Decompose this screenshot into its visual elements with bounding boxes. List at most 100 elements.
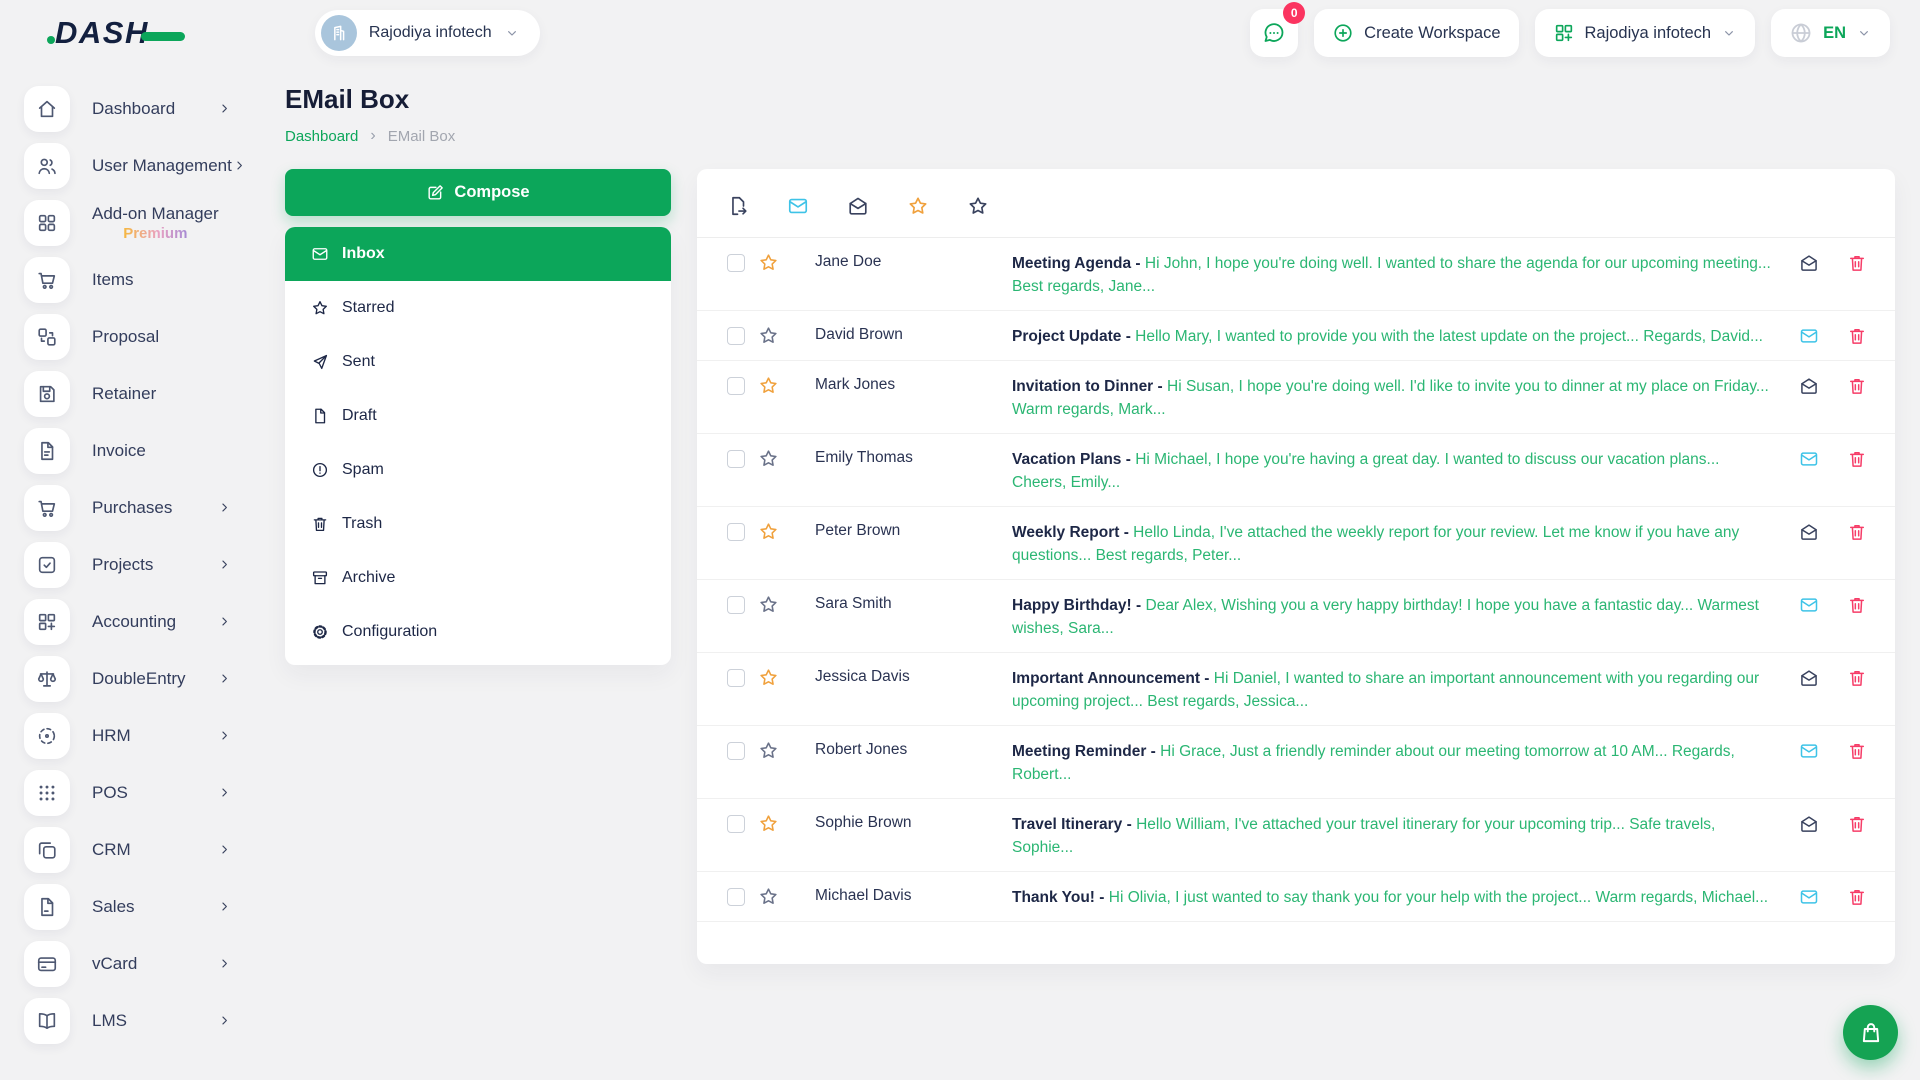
email-row[interactable]: Michael Davis Thank You! - Hi Olivia, I … <box>697 872 1895 922</box>
email-subject: Meeting Agenda - <box>1012 255 1141 272</box>
mail-closed-icon[interactable] <box>1799 326 1819 346</box>
mark-unread-icon[interactable] <box>787 195 809 217</box>
mail-closed-icon[interactable] <box>1799 741 1819 761</box>
sidebar-item-vcard[interactable]: vCard <box>24 935 262 992</box>
delete-icon[interactable] <box>1847 253 1867 273</box>
email-row[interactable]: Jane Doe Meeting Agenda - Hi John, I hop… <box>697 238 1895 311</box>
email-row[interactable]: Peter Brown Weekly Report - Hello Linda,… <box>697 507 1895 580</box>
folder-draft[interactable]: Draft <box>285 389 671 443</box>
email-checkbox[interactable] <box>727 742 745 760</box>
delete-icon[interactable] <box>1847 376 1867 396</box>
mail-closed-icon[interactable] <box>1799 887 1819 907</box>
email-row[interactable]: Robert Jones Meeting Reminder - Hi Grace… <box>697 726 1895 799</box>
star-toggle-icon[interactable] <box>758 448 779 469</box>
email-preview: Hi Olivia, I just wanted to say thank yo… <box>1108 889 1769 906</box>
sidebar-item-user-management[interactable]: User Management <box>24 137 262 194</box>
sidebar-item-label: Dashboard <box>92 98 176 118</box>
email-checkbox[interactable] <box>727 254 745 272</box>
email-row[interactable]: Mark Jones Invitation to Dinner - Hi Sus… <box>697 361 1895 434</box>
delete-icon[interactable] <box>1847 326 1867 346</box>
delete-icon[interactable] <box>1847 741 1867 761</box>
mail-open-icon[interactable] <box>1799 668 1819 688</box>
sidebar-item-add-on-manager[interactable]: Add-on Manager Premium <box>24 194 262 251</box>
email-checkbox[interactable] <box>727 377 745 395</box>
star-toggle-icon[interactable] <box>758 886 779 907</box>
create-workspace-button[interactable]: Create Workspace <box>1314 9 1519 57</box>
export-icon[interactable] <box>727 195 749 217</box>
folder-spam[interactable]: Spam <box>285 443 671 497</box>
folder-starred[interactable]: Starred <box>285 281 671 335</box>
email-row[interactable]: Sophie Brown Travel Itinerary - Hello Wi… <box>697 799 1895 872</box>
mark-read-icon[interactable] <box>847 195 869 217</box>
addon-store-fab[interactable] <box>1843 1005 1898 1060</box>
app-logo[interactable]: DASH <box>47 15 185 51</box>
delete-icon[interactable] <box>1847 814 1867 834</box>
email-checkbox[interactable] <box>727 596 745 614</box>
email-checkbox[interactable] <box>727 669 745 687</box>
sidebar-item-crm[interactable]: CRM <box>24 821 262 878</box>
sidebar-item-sales[interactable]: Sales <box>24 878 262 935</box>
starred-filter-icon[interactable] <box>907 195 929 217</box>
star-toggle-icon[interactable] <box>758 813 779 834</box>
sidebar-item-proposal[interactable]: Proposal <box>24 308 262 365</box>
sidebar-item-purchases[interactable]: Purchases <box>24 479 262 536</box>
folder-archive[interactable]: Archive <box>285 551 671 605</box>
chevron-right-icon <box>232 158 247 173</box>
star-toggle-icon[interactable] <box>758 740 779 761</box>
delete-icon[interactable] <box>1847 449 1867 469</box>
sidebar-item-pos[interactable]: POS <box>24 764 262 821</box>
mail-closed-icon[interactable] <box>1799 449 1819 469</box>
sidebar-item-doubleentry[interactable]: DoubleEntry <box>24 650 262 707</box>
sidebar-item-lms[interactable]: LMS <box>24 992 262 1049</box>
star-icon <box>311 299 329 317</box>
email-checkbox[interactable] <box>727 888 745 906</box>
delete-icon[interactable] <box>1847 668 1867 688</box>
compose-button[interactable]: Compose <box>285 169 671 216</box>
sidebar-item-retainer[interactable]: Retainer <box>24 365 262 422</box>
star-toggle-icon[interactable] <box>758 375 779 396</box>
email-row[interactable]: Jessica Davis Important Announcement - H… <box>697 653 1895 726</box>
chevron-right-icon <box>217 899 232 914</box>
mail-open-icon[interactable] <box>1799 814 1819 834</box>
delete-icon[interactable] <box>1847 595 1867 615</box>
sidebar-item-projects[interactable]: Projects <box>24 536 262 593</box>
folder-configuration[interactable]: Configuration <box>285 605 671 659</box>
sidebar-item-dashboard[interactable]: Dashboard <box>24 80 262 137</box>
mail-open-icon[interactable] <box>1799 253 1819 273</box>
delete-icon[interactable] <box>1847 887 1867 907</box>
star-toggle-icon[interactable] <box>758 521 779 542</box>
email-checkbox[interactable] <box>727 327 745 345</box>
breadcrumb-dashboard-link[interactable]: Dashboard <box>285 128 358 145</box>
email-subject: Travel Itinerary - <box>1012 816 1132 833</box>
plus-circle-icon <box>1332 22 1354 44</box>
folder-inbox[interactable]: Inbox <box>285 227 671 281</box>
folder-sent[interactable]: Sent <box>285 335 671 389</box>
email-row[interactable]: David Brown Project Update - Hello Mary,… <box>697 311 1895 361</box>
star-toggle-icon[interactable] <box>758 252 779 273</box>
delete-icon[interactable] <box>1847 522 1867 542</box>
email-checkbox[interactable] <box>727 815 745 833</box>
sidebar-item-invoice[interactable]: Invoice <box>24 422 262 479</box>
mail-open-icon[interactable] <box>1799 522 1819 542</box>
unstarred-filter-icon[interactable] <box>967 195 989 217</box>
mail-open-icon[interactable] <box>1799 376 1819 396</box>
sidebar-item-label: Invoice <box>92 440 146 460</box>
email-checkbox[interactable] <box>727 523 745 541</box>
star-toggle-icon[interactable] <box>758 594 779 615</box>
sidebar-item-accounting[interactable]: Accounting <box>24 593 262 650</box>
messages-button[interactable]: 0 <box>1250 2 1306 57</box>
sidebar-item-hrm[interactable]: HRM <box>24 707 262 764</box>
email-row[interactable]: Sara Smith Happy Birthday! - Dear Alex, … <box>697 580 1895 653</box>
star-toggle-icon[interactable] <box>758 667 779 688</box>
company-menu[interactable]: Rajodiya infotech <box>1534 9 1756 57</box>
email-checkbox[interactable] <box>727 450 745 468</box>
folder-trash[interactable]: Trash <box>285 497 671 551</box>
sidebar-item-items[interactable]: Items <box>24 251 262 308</box>
email-row[interactable]: Emily Thomas Vacation Plans - Hi Michael… <box>697 434 1895 507</box>
check-square-icon <box>24 541 70 588</box>
star-toggle-icon[interactable] <box>758 325 779 346</box>
workspace-switcher[interactable]: Rajodiya infotech <box>314 10 540 56</box>
language-menu[interactable]: EN <box>1771 9 1890 57</box>
topbar-actions: 0 Create Workspace Rajodiya infotech EN <box>1250 2 1890 57</box>
mail-closed-icon[interactable] <box>1799 595 1819 615</box>
